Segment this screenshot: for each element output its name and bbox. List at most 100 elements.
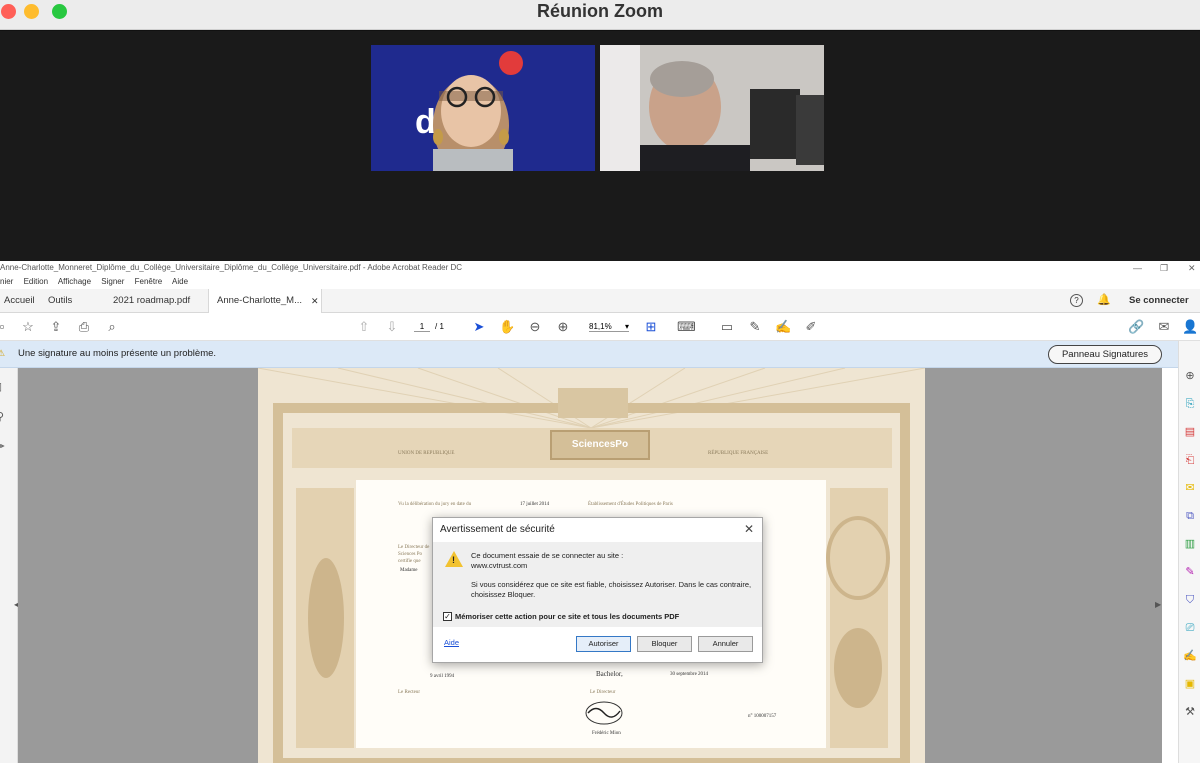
sciencespo-logo: SciencesPo (550, 430, 650, 460)
zoom-out-icon[interactable]: ⊖ (527, 319, 543, 335)
tab-tools[interactable]: Outils (40, 289, 80, 313)
collapse-right-icon[interactable]: ▶ (1155, 600, 1161, 609)
fill-sign-tool-icon[interactable]: ✎ (1183, 565, 1197, 579)
tab-home[interactable]: Accueil (0, 289, 43, 313)
zoom-video-gallery: dEd (0, 31, 1200, 261)
block-button[interactable]: Bloquer (637, 636, 692, 652)
search-icon[interactable]: ⌕ (104, 319, 120, 335)
create-icon[interactable]: ▫ (0, 319, 10, 335)
civility-text: Madame (400, 568, 418, 573)
acrobat-tab-bar: Accueil Outils 2021 roadmap.pdf Anne-Cha… (0, 289, 1200, 313)
dialog-close-icon[interactable]: ✕ (744, 522, 754, 536)
close-tab-icon[interactable]: ✕ (311, 289, 319, 313)
director-label: Le Directeur (590, 690, 616, 695)
degree-date-text: 30 septembre 2014 (670, 672, 709, 677)
export-pdf-icon[interactable]: ⎘ (1183, 397, 1197, 411)
right-tools-sidebar: ⊕ ⎘ ▤ ⎗ ✉ ⧉ ▥ ✎ ⛉ ⎚ ✍ ▣ ⚒ (1178, 341, 1200, 763)
page-thumbnails-icon[interactable]: ▯ (0, 380, 2, 393)
dialog-message-1: Ce document essaie de se connecter au si… (471, 551, 624, 560)
video-tile-participant-1[interactable]: dEd (371, 45, 595, 171)
share-link-icon[interactable]: 🔗 (1128, 319, 1144, 335)
hand-tool-icon[interactable]: ✋ (499, 319, 515, 335)
create-pdf-icon[interactable]: ▤ (1183, 425, 1197, 439)
participant-1-video: dEd (371, 45, 595, 171)
menu-edition[interactable]: Edition (24, 277, 48, 286)
organize-pages-icon[interactable]: ▥ (1183, 537, 1197, 551)
menu-fichier[interactable]: nier (0, 277, 13, 286)
acrobat-window-title: Anne-Charlotte_Monneret_Diplôme_du_Collè… (0, 263, 463, 272)
edit-pdf-icon[interactable]: ⎗ (1183, 453, 1197, 467)
certify-text: Le Directeur de Sciences Po certifie que (398, 545, 430, 564)
help-icon[interactable]: ? (1070, 294, 1083, 307)
deliberation-date: 17 juillet 2014 (520, 502, 550, 507)
keyboard-scroll-icon[interactable]: ⌨ (677, 319, 696, 335)
fill-sign-icon[interactable]: ✐ (803, 319, 819, 335)
dialog-title: Avertissement de sécurité (440, 524, 555, 535)
bell-icon[interactable]: 🔔 (1097, 293, 1111, 306)
signature-pen-icon[interactable]: ✒ (0, 440, 5, 453)
scan-icon[interactable]: ⎚ (1183, 621, 1197, 635)
fit-page-icon[interactable]: ⊞ (643, 319, 659, 335)
video-tile-participant-2[interactable] (600, 45, 824, 171)
remember-checkbox[interactable]: ✓ (443, 612, 452, 621)
allow-button[interactable]: Autoriser (576, 636, 631, 652)
star-icon[interactable]: ☆ (20, 319, 36, 335)
menu-aide[interactable]: Aide (172, 277, 188, 286)
zoom-level-select[interactable]: 81,1% ▾ (589, 322, 629, 332)
birth-date-text: 9 avril 1994 (430, 674, 455, 679)
security-warning-dialog: Avertissement de sécurité ✕ ! Ce documen… (432, 517, 763, 663)
acrobat-title-bar: Anne-Charlotte_Monneret_Diplôme_du_Collè… (0, 261, 1200, 275)
tab-diploma-label: Anne-Charlotte_M... (217, 295, 303, 306)
comment-icon[interactable]: ▭ (719, 319, 735, 335)
mail-icon[interactable]: ✉ (1156, 319, 1172, 335)
send-sign-icon[interactable]: ✍ (1183, 649, 1197, 663)
print-icon[interactable]: ⎙ (76, 319, 92, 335)
acrobat-toolbar: ▫ ☆ ⇪ ⎙ ⌕ ⇧ ⇩ 1 / 1 ➤ ✋ ⊖ ⊕ 81,1% ▾ ⊞ ⌨ … (0, 313, 1200, 341)
acrobat-window: Anne-Charlotte_Monneret_Diplôme_du_Collè… (0, 261, 1200, 763)
participant-2-video (600, 45, 824, 171)
close-icon[interactable]: ✕ (1188, 261, 1196, 275)
dialog-help-link[interactable]: Aide (444, 638, 459, 647)
header-right-text: RÉPUBLIQUE FRANÇAISE (708, 451, 769, 456)
zoom-titlebar: Réunion Zoom (0, 0, 1200, 30)
page-down-icon[interactable]: ⇩ (384, 319, 400, 335)
tab-diploma[interactable]: Anne-Charlotte_M... ✕ (208, 289, 322, 313)
diploma-number: n° 100007157 (748, 714, 777, 719)
degree-text: Bachelor, (596, 670, 623, 678)
restore-icon[interactable]: ❐ (1160, 261, 1168, 275)
page-up-icon[interactable]: ⇧ (356, 319, 372, 335)
combine-files-icon[interactable]: ⧉ (1183, 509, 1197, 523)
sign-icon[interactable]: ✍ (775, 319, 791, 335)
page-number-input[interactable]: 1 (414, 322, 430, 332)
remember-checkbox-label[interactable]: Mémoriser cette action pour ce site et t… (455, 612, 679, 621)
highlight-pen-icon[interactable]: ✎ (747, 319, 763, 335)
zoom-in-icon[interactable]: ⊕ (555, 319, 571, 335)
recteur-label: Le Recteur (398, 690, 421, 695)
signature-panel-button[interactable]: Panneau Signatures (1048, 345, 1162, 364)
protect-icon[interactable]: ⛉ (1183, 593, 1197, 607)
comment-tool-icon[interactable]: ✉ (1183, 481, 1197, 495)
header-left-text: UNION DE REPUBLIQUE (398, 451, 455, 456)
menu-fenetre[interactable]: Fenêtre (135, 277, 163, 286)
warning-exclamation: ! (452, 555, 455, 565)
menu-signer[interactable]: Signer (101, 277, 124, 286)
cancel-button[interactable]: Annuler (698, 636, 753, 652)
dialog-message-2: Si vous considérez que ce site est fiabl… (471, 580, 752, 599)
signature-warning-text: Une signature au moins présente un probl… (18, 348, 217, 359)
select-cursor-icon[interactable]: ➤ (471, 319, 487, 335)
menu-affichage[interactable]: Affichage (58, 277, 91, 286)
zoom-level-value: 81,1% (589, 322, 612, 331)
dialog-site: www.cvtrust.com (471, 561, 528, 570)
minimize-icon[interactable]: — (1133, 261, 1142, 275)
warning-icon: ⚠ (0, 348, 6, 358)
add-person-icon[interactable]: 👤 (1182, 319, 1198, 335)
more-tools-icon[interactable]: ⚒ (1183, 705, 1197, 719)
tab-roadmap[interactable]: 2021 roadmap.pdf (105, 289, 198, 313)
stamp-tool-icon[interactable]: ▣ (1183, 677, 1197, 691)
sign-in-link[interactable]: Se connecter (1129, 289, 1189, 313)
attachment-icon[interactable]: ⚲ (0, 410, 4, 423)
search-tool-icon[interactable]: ⊕ (1183, 369, 1197, 383)
zoom-window-title: Réunion Zoom (537, 1, 663, 21)
deliberation-label: Vu la délibération du jury en date du (398, 502, 472, 507)
upload-icon[interactable]: ⇪ (48, 319, 64, 335)
